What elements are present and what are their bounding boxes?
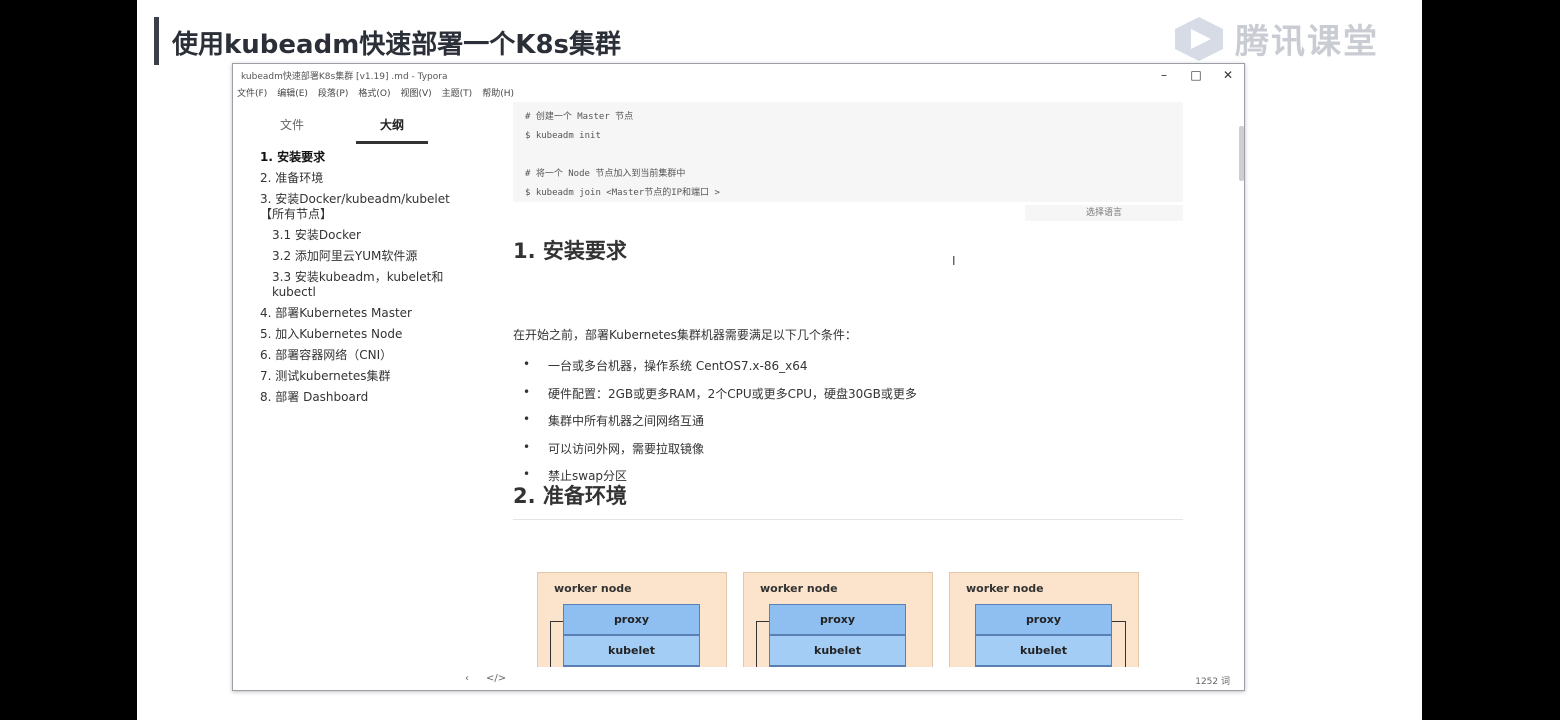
worker-node-box: worker node proxy kubelet docker	[743, 572, 933, 667]
maximize-button[interactable]: □	[1180, 68, 1212, 82]
menu-format[interactable]: 格式(O)	[358, 86, 390, 102]
code-line: $ kubeadm join <Master节点的IP和端口 >	[525, 188, 720, 198]
heading-install-requirements: 1. 安装要求	[513, 239, 627, 263]
menu-theme[interactable]: 主题(T)	[442, 86, 473, 102]
menu-edit[interactable]: 编辑(E)	[277, 86, 308, 102]
list-item: • 一台或多台机器，操作系统 CentOS7.x-86_x64	[523, 357, 917, 385]
menubar: 文件(F) 编辑(E) 段落(P) 格式(O) 视图(V) 主题(T) 帮助(H…	[233, 86, 514, 102]
window-title: kubeadm快速部署K8s集群 [v1.19] .md - Typora	[241, 71, 448, 82]
word-count: 1252 词	[1195, 677, 1230, 687]
outline-item-test-cluster[interactable]: 7. 测试kubernetes集群	[260, 369, 450, 384]
worker-node-label: worker node	[554, 582, 632, 595]
bracket-line	[756, 621, 770, 667]
toggle-sidebar-button[interactable]: ‹	[465, 673, 469, 684]
typora-window: kubeadm快速部署K8s集群 [v1.19] .md - Typora – …	[232, 63, 1245, 691]
bullet-icon: •	[523, 384, 531, 399]
title-accent-bar	[154, 17, 159, 65]
outline-item-join-node[interactable]: 5. 加入Kubernetes Node	[260, 327, 450, 342]
list-item-text: 一台或多台机器，操作系统 CentOS7.x-86_x64	[548, 359, 808, 373]
code-line: $ kubeadm init	[525, 131, 601, 141]
status-bar: ‹ </> 1252 词	[233, 669, 1244, 691]
outline-item-deploy-master[interactable]: 4. 部署Kubernetes Master	[260, 306, 450, 321]
minimize-button[interactable]: –	[1148, 68, 1180, 82]
window-titlebar: kubeadm快速部署K8s集群 [v1.19] .md - Typora – …	[233, 64, 1244, 86]
outline-list: 1. 安装要求 2. 准备环境 3. 安装Docker/kubeadm/kube…	[260, 150, 450, 411]
docker-layer: docker	[563, 666, 700, 667]
bracket-line	[550, 621, 564, 667]
outline-item-prepare-env[interactable]: 2. 准备环境	[260, 171, 450, 186]
list-item-text: 集群中所有机器之间网络互通	[548, 414, 705, 428]
proxy-layer: proxy	[975, 604, 1112, 635]
outline-item-deploy-dashboard[interactable]: 8. 部署 Dashboard	[260, 390, 450, 405]
heading-divider	[513, 519, 1183, 520]
proxy-layer: proxy	[563, 604, 700, 635]
play-icon	[1175, 16, 1223, 61]
sidebar: 文件 大纲 1. 安装要求 2. 准备环境 3. 安装Docker/kubead…	[233, 104, 503, 689]
menu-file[interactable]: 文件(F)	[237, 86, 267, 102]
outline-item-install-requirements[interactable]: 1. 安装要求	[260, 150, 450, 165]
code-block[interactable]: # 创建一个 Master 节点 $ kubeadm init # 将一个 No…	[513, 102, 1183, 202]
bullet-icon: •	[523, 412, 531, 426]
menu-view[interactable]: 视图(V)	[400, 86, 431, 102]
code-line: # 创建一个 Master 节点	[525, 112, 634, 122]
menu-paragraph[interactable]: 段落(P)	[318, 86, 348, 102]
outline-item-install-kubeadm[interactable]: 3.3 安装kubeadm，kubelet和kubectl	[260, 270, 450, 300]
outline-item-install-components[interactable]: 3. 安装Docker/kubeadm/kubelet【所有节点】	[260, 192, 450, 222]
list-item: • 集群中所有机器之间网络互通	[523, 412, 917, 440]
proxy-layer: proxy	[769, 604, 906, 635]
worker-node-label: worker node	[760, 582, 838, 595]
worker-node-box: worker node proxy kubelet docker	[949, 572, 1139, 667]
kubelet-layer: kubelet	[563, 635, 700, 666]
worker-node-label: worker node	[966, 582, 1044, 595]
slide-title: 使用kubeadm快速部署一个K8s集群	[172, 30, 622, 60]
intro-paragraph: 在开始之前，部署Kubernetes集群机器需要满足以下几个条件：	[513, 328, 857, 342]
close-button[interactable]: ✕	[1212, 68, 1244, 82]
code-language-select[interactable]: 选择语言	[1025, 205, 1183, 221]
brand-logo: 腾讯课堂	[1169, 14, 1379, 63]
bracket-line	[1112, 621, 1126, 667]
bullet-icon: •	[523, 439, 531, 454]
worker-node-diagram: worker node proxy kubelet docker worker …	[537, 572, 1147, 667]
outline-item-install-docker[interactable]: 3.1 安装Docker	[260, 228, 450, 243]
kubelet-layer: kubelet	[975, 635, 1112, 666]
heading-prepare-env: 2. 准备环境	[513, 484, 627, 508]
requirements-list: • 一台或多台机器，操作系统 CentOS7.x-86_x64 • 硬件配置：2GB…	[523, 357, 917, 495]
list-item: • 硬件配置：2GB或更多RAM，2个CPU或更多CPU，硬盘30GB或更多	[523, 385, 917, 413]
list-item: • 可以访问外网，需要拉取镜像	[523, 440, 917, 468]
tab-files[interactable]: 文件	[256, 112, 328, 141]
text-cursor-icon: I	[952, 254, 956, 268]
outline-item-add-yum-repo[interactable]: 3.2 添加阿里云YUM软件源	[260, 249, 450, 264]
list-item-text: 硬件配置：2GB或更多RAM，2个CPU或更多CPU，硬盘30GB或更多	[548, 386, 917, 401]
worker-node-box: worker node proxy kubelet docker	[537, 572, 727, 667]
menu-help[interactable]: 帮助(H)	[482, 86, 514, 102]
docker-layer: docker	[975, 666, 1112, 667]
bullet-icon: •	[523, 357, 531, 371]
kubelet-layer: kubelet	[769, 635, 906, 666]
slide: 使用kubeadm快速部署一个K8s集群 腾讯课堂 kubeadm快速部署K8s…	[137, 0, 1422, 720]
brand-text: 腾讯课堂	[1235, 22, 1379, 62]
code-line: # 将一个 Node 节点加入到当前集群中	[525, 169, 686, 179]
bullet-icon: •	[523, 467, 531, 481]
list-item-text: 可以访问外网，需要拉取镜像	[548, 441, 705, 456]
outline-item-deploy-cni[interactable]: 6. 部署容器网络（CNI）	[260, 348, 450, 363]
editor-scrollbar[interactable]	[1239, 126, 1244, 181]
source-mode-button[interactable]: </>	[486, 673, 506, 684]
tab-outline[interactable]: 大纲	[356, 112, 428, 144]
sidebar-tabs: 文件 大纲	[256, 112, 476, 144]
docker-layer: docker	[769, 666, 906, 667]
editor-content[interactable]: # 创建一个 Master 节点 $ kubeadm init # 将一个 No…	[513, 102, 1185, 667]
